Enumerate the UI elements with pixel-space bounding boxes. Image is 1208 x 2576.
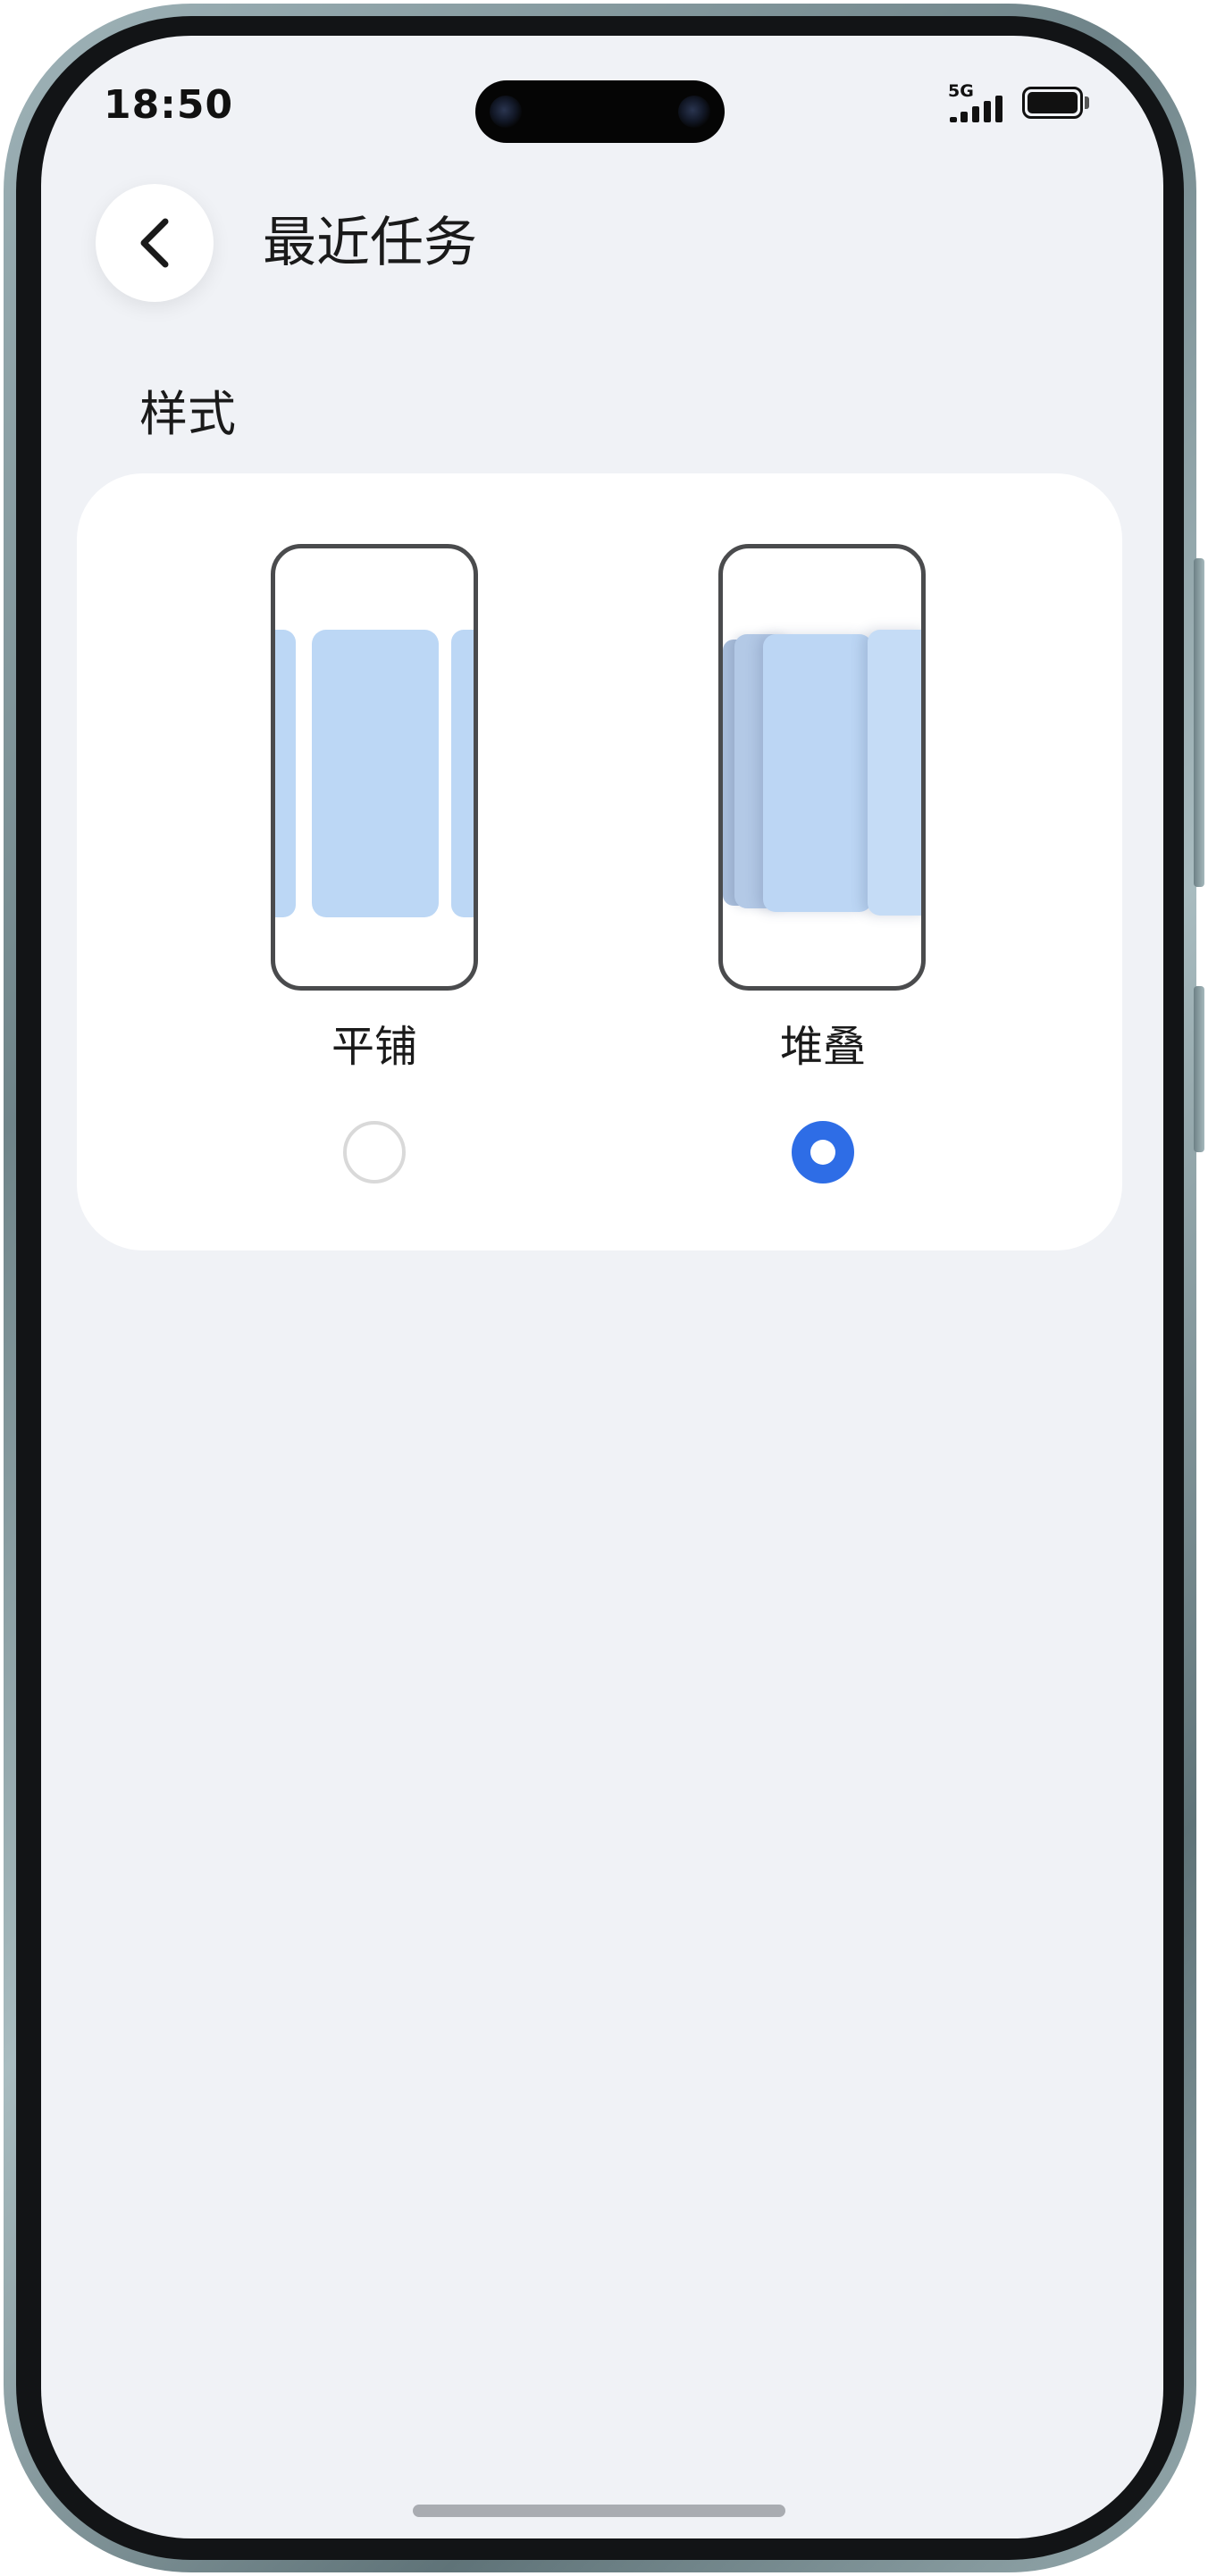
signal-dot <box>950 117 957 122</box>
battery-level <box>1028 92 1078 113</box>
radio-tiled[interactable] <box>343 1121 406 1183</box>
section-title: 样式 <box>139 386 236 442</box>
camera-icon <box>678 96 710 128</box>
radio-stacked[interactable] <box>792 1121 854 1183</box>
preview-card-right <box>451 630 474 917</box>
phone-frame: 18:50 5G 最近任务 样式 平铺 堆叠 <box>4 4 1204 2572</box>
page-title: 最近任务 <box>263 212 477 274</box>
side-button-upper <box>1194 558 1204 887</box>
tiled-preview[interactable] <box>271 544 478 991</box>
battery-icon <box>1022 87 1083 119</box>
signal-bar <box>972 106 979 122</box>
preview-card-center <box>312 630 439 917</box>
status-time: 18:50 <box>104 82 234 128</box>
chevron-left-icon <box>140 218 169 268</box>
signal-bar <box>995 96 1002 122</box>
stacked-preview[interactable] <box>718 544 926 991</box>
style-options-card: 平铺 堆叠 <box>77 473 1122 1250</box>
camera-icon <box>490 96 522 128</box>
network-label: 5G <box>948 81 974 101</box>
signal-bar <box>984 101 991 122</box>
signal-bars-icon: 5G <box>948 81 1011 122</box>
screen: 18:50 5G 最近任务 样式 平铺 堆叠 <box>41 36 1163 2538</box>
option-label-stacked[interactable]: 堆叠 <box>734 1020 912 1074</box>
battery-tip <box>1085 96 1089 109</box>
radio-dot <box>810 1140 835 1165</box>
back-button[interactable] <box>96 184 214 302</box>
home-indicator[interactable] <box>413 2505 785 2517</box>
option-label-tiled[interactable]: 平铺 <box>285 1020 464 1074</box>
preview-card-right <box>868 630 921 916</box>
side-button-lower <box>1194 986 1204 1152</box>
signal-bar <box>961 112 968 122</box>
preview-card-left <box>275 630 296 917</box>
preview-card-front <box>763 634 872 912</box>
dynamic-island <box>475 80 725 143</box>
